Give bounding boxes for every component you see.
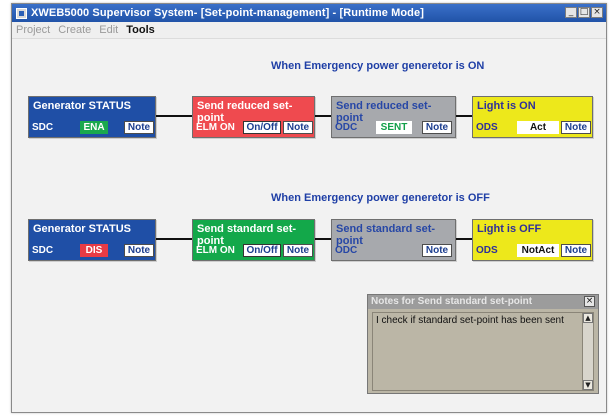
status-value-sent: SENT — [376, 121, 412, 134]
note-button[interactable]: Note — [561, 244, 591, 257]
note-button[interactable]: Note — [422, 244, 452, 257]
note-button[interactable]: Note — [561, 121, 591, 134]
block-light-on[interactable]: Light is ON ODS Act Note — [472, 96, 593, 138]
connector-line — [155, 115, 193, 117]
block-generator-status-on[interactable]: Generator STATUS SDC ENA Note — [28, 96, 156, 138]
block-send-standard-setpoint-elm[interactable]: Send standard set-point ELM ON On/Off No… — [192, 219, 315, 261]
maximize-icon[interactable]: □ — [578, 7, 590, 18]
window-title: XWEB5000 Supervisor System- [Set-point-m… — [31, 7, 424, 19]
notes-popup-title[interactable]: Notes for Send standard set-point — [368, 295, 598, 309]
block-title: Light is ON — [477, 100, 536, 112]
scroll-up-icon[interactable]: ▲ — [583, 313, 593, 323]
notes-scrollbar[interactable]: ▲ ▼ — [582, 313, 593, 390]
main-window: XWEB5000 Supervisor System- [Set-point-m… — [11, 3, 607, 413]
block-tag: SDC — [32, 245, 54, 256]
block-tag: ELM ON — [196, 122, 235, 133]
menu-project[interactable]: Project — [16, 24, 50, 36]
connector-line — [155, 238, 193, 240]
title-bar[interactable]: XWEB5000 Supervisor System- [Set-point-m… — [12, 4, 606, 22]
block-generator-status-off[interactable]: Generator STATUS SDC DIS Note — [28, 219, 156, 261]
block-title: Generator STATUS — [33, 100, 131, 112]
block-send-standard-setpoint-odc[interactable]: Send standard set-point ODC Note — [331, 219, 456, 261]
block-tag: ODS — [476, 245, 498, 256]
block-send-reduced-setpoint-odc[interactable]: Send reduced set-point ODC SENT Note — [331, 96, 456, 138]
connector-line — [314, 238, 332, 240]
menu-bar: Project Create Edit Tools — [12, 22, 606, 39]
menu-tools[interactable]: Tools — [126, 24, 155, 36]
status-value-dis: DIS — [80, 244, 108, 257]
note-button[interactable]: Note — [283, 121, 313, 134]
status-value-act: Act — [517, 121, 559, 134]
status-value-notact: NotAct — [517, 244, 559, 257]
scroll-down-icon[interactable]: ▼ — [583, 380, 593, 390]
on-off-button[interactable]: On/Off — [243, 121, 281, 134]
section-title-generator-off: When Emergency power generetor is OFF — [271, 192, 490, 204]
note-button[interactable]: Note — [283, 244, 313, 257]
minimize-icon[interactable]: _ — [565, 7, 577, 18]
block-tag: ODC — [335, 245, 358, 256]
notes-text: I check if standard set-point has been s… — [376, 315, 564, 326]
block-tag: SDC — [32, 122, 54, 133]
note-button[interactable]: Note — [124, 244, 154, 257]
connector-line — [314, 115, 332, 117]
block-light-off[interactable]: Light is OFF ODS NotAct Note — [472, 219, 593, 261]
status-value-ena: ENA — [80, 121, 108, 134]
note-button[interactable]: Note — [422, 121, 452, 134]
close-icon[interactable]: × — [591, 7, 603, 18]
block-tag: ELM ON — [196, 245, 235, 256]
notes-textarea[interactable]: I check if standard set-point has been s… — [372, 312, 594, 391]
section-title-generator-on: When Emergency power generetor is ON — [271, 60, 485, 72]
block-tag: ODC — [335, 122, 358, 133]
app-icon — [16, 7, 27, 19]
connector-line — [455, 238, 473, 240]
notes-popup: Notes for Send standard set-point × I ch… — [367, 294, 599, 394]
on-off-button[interactable]: On/Off — [243, 244, 281, 257]
block-title: Generator STATUS — [33, 223, 131, 235]
block-tag: ODS — [476, 122, 498, 133]
block-send-reduced-setpoint-elm[interactable]: Send reduced set-point ELM ON On/Off Not… — [192, 96, 315, 138]
connector-line — [455, 115, 473, 117]
note-button[interactable]: Note — [124, 121, 154, 134]
menu-create[interactable]: Create — [58, 24, 91, 36]
menu-edit[interactable]: Edit — [99, 24, 118, 36]
close-icon[interactable]: × — [584, 296, 595, 307]
window-controls: _ □ × — [565, 7, 603, 18]
block-title: Light is OFF — [477, 223, 542, 235]
